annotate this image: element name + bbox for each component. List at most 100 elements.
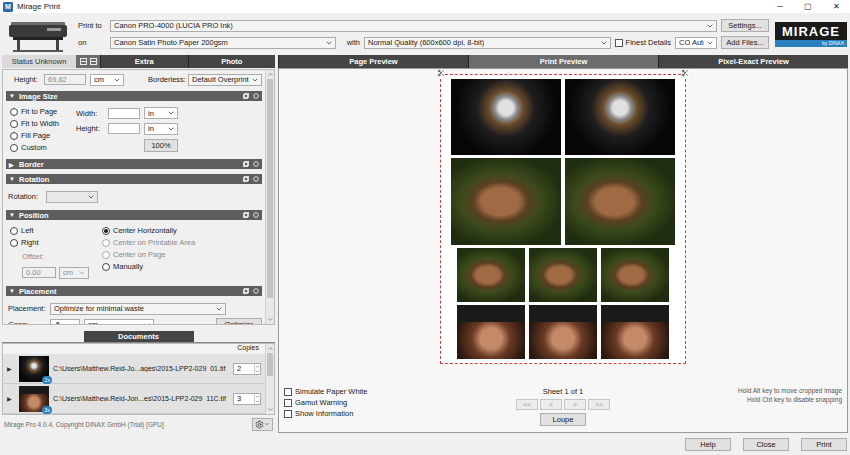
footer-button[interactable]: Close: [743, 438, 789, 451]
copy-icon[interactable]: [243, 212, 249, 218]
preview-tab[interactable]: Print Preview: [468, 55, 658, 68]
expand-arrow[interactable]: ▶: [7, 365, 15, 372]
view-option[interactable]: Simulate Paper White: [284, 387, 516, 396]
nav-button[interactable]: >>: [588, 399, 610, 410]
fit-option[interactable]: Fill Page: [10, 131, 70, 140]
quality-dropdown[interactable]: Normal Quality (600x600 dpi, 8-bit): [364, 37, 611, 49]
offset-unit-dropdown[interactable]: cm: [59, 267, 89, 279]
rotation-dropdown[interactable]: [46, 191, 98, 203]
optimize-button[interactable]: Optimize: [216, 318, 262, 324]
photo-print[interactable]: [457, 305, 525, 359]
reset-icon[interactable]: [253, 288, 259, 294]
arrow-down-icon[interactable]: [267, 406, 274, 413]
add-files-button[interactable]: Add Files...: [721, 36, 769, 49]
expand-arrow[interactable]: ▼: [9, 212, 16, 218]
height-input[interactable]: 69,62: [44, 74, 86, 85]
height-unit-dropdown[interactable]: cm: [90, 74, 124, 86]
copies-spinner[interactable]: [254, 364, 260, 374]
radio-button[interactable]: [10, 239, 18, 247]
spin-up-icon[interactable]: [255, 394, 260, 399]
loupe-button[interactable]: Loupe: [540, 413, 586, 426]
photo-print[interactable]: [529, 248, 597, 302]
reset-icon[interactable]: [253, 161, 259, 167]
gaps-input[interactable]: .5: [50, 319, 80, 324]
center-option[interactable]: Manually: [102, 262, 262, 271]
scroll-track[interactable]: [266, 79, 274, 315]
copy-icon[interactable]: [243, 288, 249, 294]
scroll-track[interactable]: [266, 353, 274, 405]
reset-icon[interactable]: [253, 93, 259, 99]
preview-tab[interactable]: Page Preview: [278, 55, 468, 68]
footer-button[interactable]: Print: [801, 438, 847, 451]
width-unit-dropdown[interactable]: in: [144, 107, 178, 119]
radio-button[interactable]: [10, 120, 18, 128]
documents-scrollbar[interactable]: [265, 344, 274, 414]
gear-icon[interactable]: [255, 420, 264, 429]
photo-print[interactable]: [565, 158, 675, 245]
radio-button[interactable]: [102, 251, 110, 259]
left-tab[interactable]: Extra: [100, 55, 188, 68]
settings-button[interactable]: Settings...: [721, 19, 769, 32]
radio-button[interactable]: [102, 263, 110, 271]
radio-button[interactable]: [10, 132, 18, 140]
radio-button[interactable]: [10, 108, 18, 116]
position-header[interactable]: ▼Position: [6, 210, 262, 220]
checkbox[interactable]: [284, 410, 292, 418]
window-control-button[interactable]: ✕: [822, 0, 850, 13]
arrow-up-icon[interactable]: [267, 345, 274, 352]
spin-up-icon[interactable]: [255, 364, 260, 369]
copies-input[interactable]: 2: [233, 363, 261, 375]
borderless-dropdown[interactable]: Default Overprint: [188, 74, 262, 86]
photo-print[interactable]: [457, 248, 525, 302]
reset-icon[interactable]: [253, 212, 259, 218]
expand-arrow[interactable]: ▼: [9, 93, 16, 99]
spin-down-icon[interactable]: [255, 399, 260, 404]
side-option[interactable]: Left: [10, 226, 102, 235]
reset-icon[interactable]: [253, 176, 259, 182]
checkbox[interactable]: [284, 388, 292, 396]
copies-input[interactable]: 3: [233, 393, 261, 405]
expand-arrow[interactable]: ▼: [9, 288, 16, 294]
document-item[interactable]: ▶3xC:\Users\Matthew.Reid-Jon...es\2015-L…: [3, 384, 265, 414]
border-header[interactable]: ▶Border: [6, 159, 262, 169]
footer-button[interactable]: Help: [685, 438, 731, 451]
view-option[interactable]: Show Information: [284, 409, 516, 418]
radio-button[interactable]: [102, 227, 110, 235]
checkbox[interactable]: [284, 399, 292, 407]
height-input[interactable]: [108, 123, 140, 134]
nav-button[interactable]: >: [564, 399, 586, 410]
expand-arrow[interactable]: ▼: [9, 176, 16, 182]
checkbox[interactable]: [615, 39, 623, 47]
center-option[interactable]: Center on Page: [102, 250, 262, 259]
gaps-unit-dropdown[interactable]: cm: [84, 319, 154, 325]
spin-down-icon[interactable]: [255, 369, 260, 374]
finest-details-checkbox[interactable]: Finest Details: [615, 38, 671, 47]
options-button[interactable]: [252, 418, 273, 431]
view-option[interactable]: Gamut Warning: [284, 398, 516, 407]
image-size-header[interactable]: ▼Image Size: [6, 91, 262, 101]
controls-scrollbar[interactable]: [265, 70, 274, 324]
photo-print[interactable]: [565, 79, 675, 155]
radio-button[interactable]: [10, 144, 18, 152]
photo-print[interactable]: [601, 305, 669, 359]
height-unit-dropdown[interactable]: in: [144, 123, 178, 135]
radio-button[interactable]: [102, 239, 110, 247]
center-option[interactable]: Center on Printable Area: [102, 238, 262, 247]
photo-print[interactable]: [451, 79, 561, 155]
expand-arrow[interactable]: ▶: [7, 395, 15, 402]
rotation-header[interactable]: ▼Rotation: [6, 174, 262, 184]
printer-dropdown[interactable]: Canon PRO-4000 (LUCIA PRO Ink): [110, 20, 717, 32]
nav-button[interactable]: <<: [516, 399, 538, 410]
chevron-down-icon[interactable]: [264, 421, 270, 427]
arrow-up-icon[interactable]: [267, 71, 274, 78]
copy-icon[interactable]: [243, 176, 249, 182]
documents-tab[interactable]: Documents: [84, 331, 194, 342]
fit-option[interactable]: Fit to Page: [10, 107, 70, 116]
center-option[interactable]: Center Horizontally: [102, 226, 262, 235]
copy-icon[interactable]: [243, 93, 249, 99]
scroll-thumb[interactable]: [267, 79, 273, 298]
nav-button[interactable]: <: [540, 399, 562, 410]
window-control-button[interactable]: ─: [766, 0, 794, 13]
placement-dropdown[interactable]: Optimize for minimal waste: [50, 303, 226, 315]
window-control-button[interactable]: ▢: [794, 0, 822, 13]
